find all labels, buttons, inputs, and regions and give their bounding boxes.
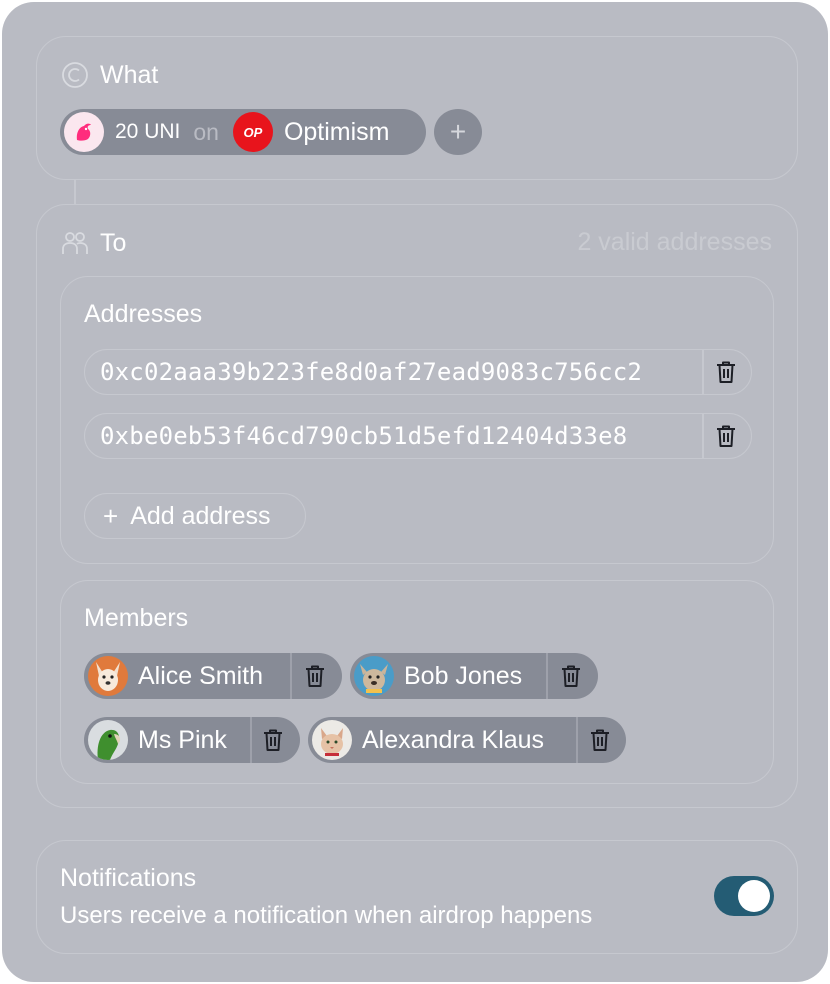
what-header: What <box>60 60 158 90</box>
token-chain-pill[interactable]: 20 UNI on OP Optimism <box>60 109 426 155</box>
chain-name: Optimism <box>283 117 390 146</box>
divider <box>702 350 704 394</box>
divider <box>702 414 704 458</box>
divider <box>290 653 292 699</box>
member-name: Bob Jones <box>404 661 523 690</box>
dog-avatar <box>88 656 128 696</box>
addresses-title: Addresses <box>84 300 203 328</box>
bulldog-avatar <box>354 656 394 696</box>
to-label: To <box>100 228 127 257</box>
divider <box>576 717 578 763</box>
divider <box>546 653 548 699</box>
uniswap-icon <box>64 112 104 152</box>
toggle-knob <box>738 880 770 912</box>
to-header: To <box>60 228 126 258</box>
plus-icon: + <box>449 116 467 147</box>
address-row: 0xc02aaa39b223fe8d0af27ead9083c756cc2 <box>84 349 752 395</box>
add-address-label: Add address <box>130 501 271 530</box>
notifications-section <box>36 840 798 954</box>
trash-icon[interactable] <box>558 663 584 689</box>
notifications-toggle[interactable] <box>714 876 774 916</box>
airdrop-card: What 20 UNI on OP Optimism + To 2 valid … <box>2 2 828 982</box>
token-amount: 20 UNI <box>115 120 181 143</box>
address-value[interactable]: 0xbe0eb53f46cd790cb51d5efd12404d33e8 <box>100 422 627 450</box>
add-address-button[interactable]: + Add address <box>84 493 306 539</box>
trash-icon[interactable] <box>587 727 613 753</box>
coin-icon <box>60 60 90 90</box>
add-asset-button[interactable]: + <box>434 109 482 155</box>
plus-icon: + <box>103 500 119 531</box>
member-chip[interactable]: Alexandra Klaus <box>308 717 626 763</box>
what-section <box>36 36 798 180</box>
member-chip[interactable]: Bob Jones <box>350 653 598 699</box>
address-value[interactable]: 0xc02aaa39b223fe8d0af27ead9083c756cc2 <box>100 358 642 386</box>
trash-icon[interactable] <box>713 359 739 385</box>
member-chip[interactable]: Ms Pink <box>84 717 300 763</box>
valid-address-count: 2 valid addresses <box>577 228 772 256</box>
member-chip[interactable]: Alice Smith <box>84 653 342 699</box>
address-row: 0xbe0eb53f46cd790cb51d5efd12404d33e8 <box>84 413 752 459</box>
notifications-title: Notifications <box>60 864 197 892</box>
what-label: What <box>100 60 159 89</box>
parrot-avatar <box>88 720 128 760</box>
on-connector-text: on <box>193 118 219 145</box>
cat-avatar <box>312 720 352 760</box>
notifications-description: Users receive a notification when airdro… <box>60 902 593 929</box>
users-icon <box>60 228 90 258</box>
members-title: Members <box>84 604 189 632</box>
section-connector <box>74 180 76 204</box>
member-name: Alice Smith <box>138 661 264 690</box>
member-name: Alexandra Klaus <box>362 725 545 754</box>
trash-icon[interactable] <box>302 663 328 689</box>
member-name: Ms Pink <box>138 725 227 754</box>
trash-icon[interactable] <box>713 423 739 449</box>
trash-icon[interactable] <box>260 727 286 753</box>
optimism-icon: OP <box>232 112 273 152</box>
divider <box>250 717 252 763</box>
